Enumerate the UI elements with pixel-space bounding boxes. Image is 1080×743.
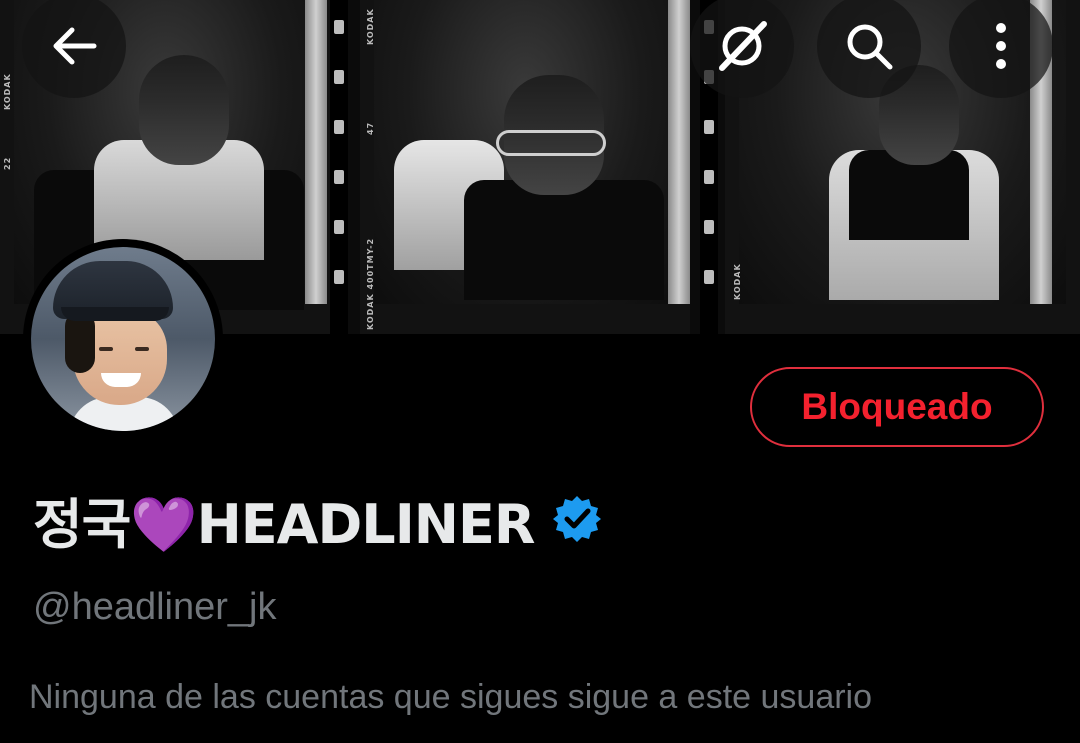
followers-you-know-note: Ninguna de las cuentas que sigues sigue … xyxy=(29,678,873,716)
film-label: KODAK 400TMY-2 xyxy=(366,237,375,330)
film-label: 47 xyxy=(366,121,375,135)
film-label: KODAK xyxy=(3,73,12,110)
banner-light-bar xyxy=(305,0,327,304)
banner-light-bar xyxy=(668,0,690,304)
profile-avatar[interactable] xyxy=(23,239,223,439)
blocked-button[interactable]: Bloqueado xyxy=(750,367,1044,447)
display-name: 정국💜HEADLINER xyxy=(33,492,535,556)
search-icon xyxy=(847,24,893,70)
film-label: KODAK xyxy=(366,8,375,45)
verified-badge-icon xyxy=(553,496,602,542)
more-vertical-icon xyxy=(996,23,1006,69)
banner-photo-frame xyxy=(360,0,690,334)
film-label: KODAK xyxy=(733,263,742,300)
eye-slash-icon xyxy=(719,21,767,71)
avatar-image xyxy=(31,247,215,431)
display-name-row: 정국💜HEADLINER xyxy=(33,484,602,556)
arrow-left-icon xyxy=(53,27,97,65)
profile-handle: @headliner_jk xyxy=(33,586,277,628)
film-strip xyxy=(330,0,348,334)
film-label: 22 xyxy=(3,156,12,170)
